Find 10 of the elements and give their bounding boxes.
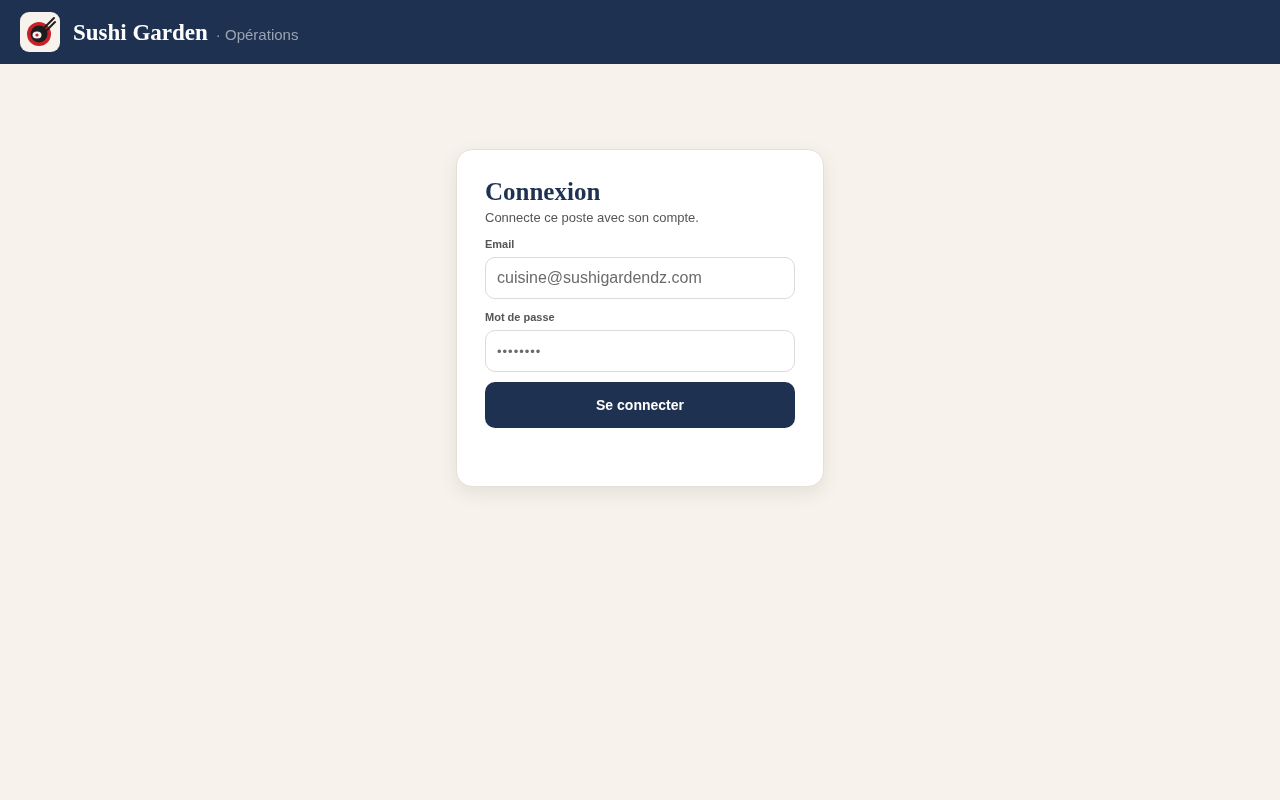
login-button[interactable]: Se connecter [485, 382, 795, 428]
login-title: Connexion [485, 179, 602, 205]
brand-name: Sushi Garden [73, 20, 208, 44]
login-subtitle: Connecte ce poste avec son compte. [485, 210, 700, 226]
field-label: Mot de passe [485, 311, 555, 324]
bowl-logo-icon [20, 12, 60, 52]
email-field[interactable]: cuisine@sushigardendz.com [485, 257, 795, 299]
password-field[interactable]: •••••••• [485, 330, 795, 372]
field-label: Email [485, 238, 515, 251]
section-label: · Opérations [215, 26, 299, 42]
